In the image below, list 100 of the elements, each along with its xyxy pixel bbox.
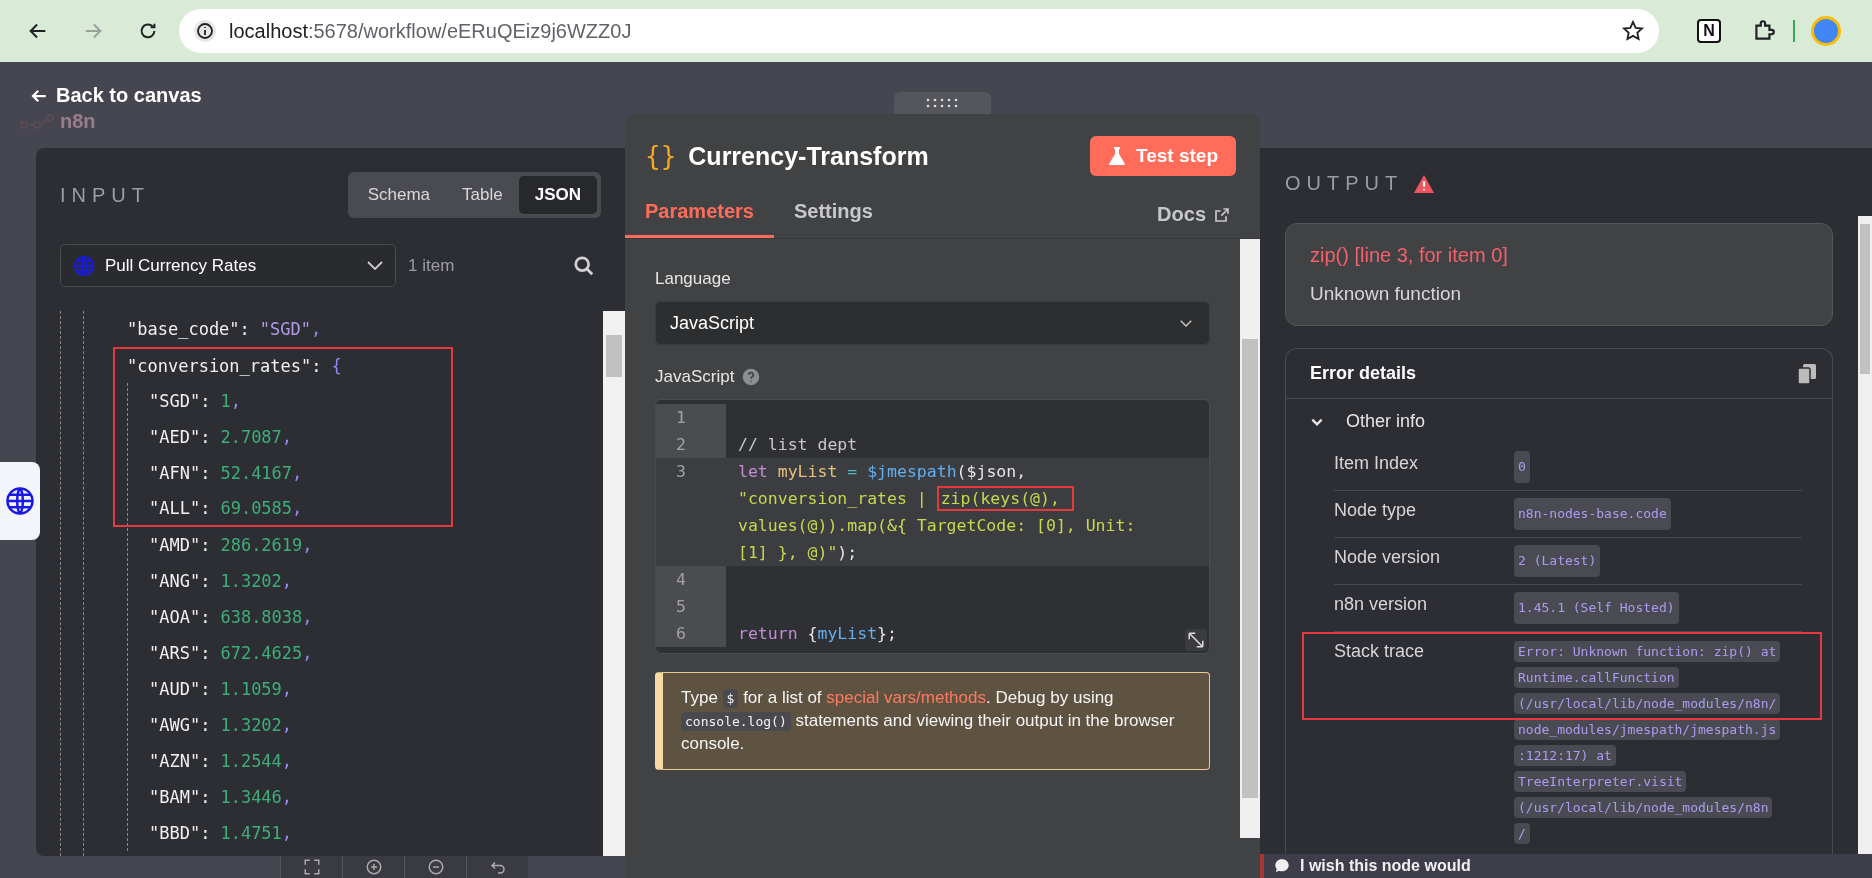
panel-title: INPUT (60, 183, 150, 207)
scrollbar[interactable] (603, 311, 625, 856)
node-title: Currency-Transform (688, 141, 930, 171)
help-icon[interactable] (742, 368, 761, 386)
detail-label: Item Index (1334, 452, 1420, 475)
code-editor[interactable]: 1 2 // list dept 3 let myList = $jmespath($json, "conversion_rates | zip(keys(@), values(@)).map(&{ TargetCode: [0], Unit: [1] }, @)"); 4 5 6 return {myList}; (655, 399, 1210, 654)
speech-bubble-icon (1274, 858, 1290, 874)
detail-value: n8n-nodes-base.code (1514, 498, 1671, 530)
json-key: "AMD": (149, 535, 211, 555)
copy-icon[interactable] (1798, 363, 1816, 384)
undo-button[interactable] (466, 856, 528, 878)
view-tab[interactable]: Table (446, 176, 519, 214)
field-label: JavaScript (655, 367, 735, 387)
detail-value: 1.45.1 (Self Hosted) (1514, 592, 1679, 624)
view-tab[interactable]: JSON (518, 176, 597, 214)
json-key: "base_code": (127, 319, 250, 339)
hint-text: Type $ for a list of special vars/methods. Debug by using console.log() statements and viewing their output in the browser console. (655, 672, 1210, 770)
json-comma: , (302, 535, 313, 555)
json-comma: , (230, 391, 241, 411)
json-key: "AUD": (149, 679, 211, 699)
detail-value: 2 (Latest) (1514, 545, 1601, 577)
zoom-out-button[interactable] (404, 856, 466, 878)
json-value: 2.7087 (220, 427, 282, 447)
globe-icon (73, 254, 95, 277)
docs-link[interactable]: Docs (1151, 202, 1236, 238)
detail-label: Node type (1334, 499, 1418, 522)
json-key: "BAM": (149, 787, 211, 807)
language-select[interactable]: JavaScript (655, 301, 1210, 345)
json-comma: , (281, 715, 293, 735)
logo-text: n8n (60, 110, 96, 133)
warning-icon (1413, 173, 1436, 194)
extension-icon[interactable]: N (1697, 19, 1721, 43)
detail-value: Error: Unknown function: zip() at Runtime.callFunction (/usr/local/lib/node_modules/n8n/node_modules/jmespath/jmespath.js:1212:17) at TreeInterpreter.visit (/usr/local/lib/node_modules/n8n/ (1514, 639, 1781, 847)
json-key: "ARS": (149, 643, 211, 663)
globe-icon (5, 486, 35, 516)
info-icon[interactable] (193, 19, 217, 43)
json-comma: , (281, 679, 293, 699)
json-value: 1 (220, 391, 231, 411)
line-number: 6 (656, 620, 726, 647)
json-key: "AWG": (149, 715, 211, 735)
json-key: "ALL": (149, 498, 211, 518)
item-count: 1 item (408, 255, 456, 276)
json-value: 1.3202 (220, 715, 282, 735)
json-comma: , (281, 571, 293, 591)
field-label: Language (655, 269, 732, 289)
json-value: 52.4167 (220, 463, 293, 483)
zoom-out-icon (426, 858, 445, 876)
json-comma: , (292, 498, 303, 518)
error-message: Unknown function (1310, 283, 1463, 305)
flask-icon (1108, 146, 1126, 166)
tab[interactable]: Parameters (625, 192, 774, 238)
node-card[interactable] (0, 462, 40, 540)
json-value: 1.3446 (220, 787, 282, 807)
chevron-down-icon (367, 261, 383, 270)
drag-handle[interactable] (894, 92, 991, 114)
line-number: 4 (656, 566, 726, 593)
node-select[interactable]: Pull Currency Rates (60, 244, 396, 287)
json-key: "AZN": (149, 751, 211, 771)
view-tab[interactable]: Schema (351, 176, 447, 214)
star-icon[interactable] (1621, 19, 1645, 43)
fit-view-button[interactable] (280, 856, 342, 878)
scrollbar[interactable] (1240, 239, 1260, 838)
feedback-text: I wish this node would (1300, 857, 1471, 875)
json-value: 1.1059 (220, 679, 282, 699)
address-bar[interactable]: localhost:5678/workflow/eERuQEiz9j6WZZ0J (179, 9, 1659, 53)
json-key: "ANG": (149, 571, 211, 591)
profile-avatar[interactable] (1811, 16, 1841, 46)
back-to-canvas-link[interactable]: Back to canvas (30, 84, 202, 107)
json-key: "SGD": (149, 391, 211, 411)
expand-icon[interactable] (1185, 629, 1207, 651)
json-value: "SGD" (259, 319, 311, 339)
scrollbar[interactable] (1858, 216, 1872, 854)
braces-icon: {} (645, 141, 677, 171)
json-value: { (331, 356, 342, 376)
json-comma: , (281, 427, 293, 447)
search-icon[interactable] (573, 254, 595, 277)
url-text: localhost:5678/workflow/eERuQEiz9j6WZZ0J (229, 19, 633, 43)
json-value: 286.2619 (220, 535, 303, 555)
json-comma: , (281, 751, 293, 771)
json-key: "conversion_rates": (127, 356, 322, 376)
zoom-in-icon (364, 858, 383, 876)
detail-label: n8n version (1334, 593, 1429, 616)
json-comma: , (302, 607, 313, 627)
zoom-in-button[interactable] (342, 856, 404, 878)
json-value: 672.4625 (220, 643, 303, 663)
other-info-toggle[interactable]: Other info (1286, 399, 1450, 444)
json-value: 69.0585 (220, 498, 293, 518)
json-comma: , (302, 643, 313, 663)
detail-label: Node version (1334, 546, 1442, 569)
feedback-bar[interactable]: I wish this node would (1260, 854, 1872, 878)
tab[interactable]: Settings (773, 192, 893, 238)
json-value: 638.8038 (220, 607, 303, 627)
code-line: let myList = $jmespath($json, "conversion_rates | zip(keys(@), values(@)).map(&{ TargetCode: [0], Unit: [1] }, @)"); (738, 461, 1137, 564)
code-line: return {myList}; (738, 623, 898, 645)
json-value: 1.2544 (220, 751, 282, 771)
detail-label: Stack trace (1334, 640, 1426, 663)
external-link-icon (1214, 206, 1230, 223)
card-title: Error details (1310, 363, 1417, 384)
panel-title: OUTPUT (1285, 172, 1404, 195)
error-title: zip() [line 3, for item 0] (1310, 244, 1509, 267)
